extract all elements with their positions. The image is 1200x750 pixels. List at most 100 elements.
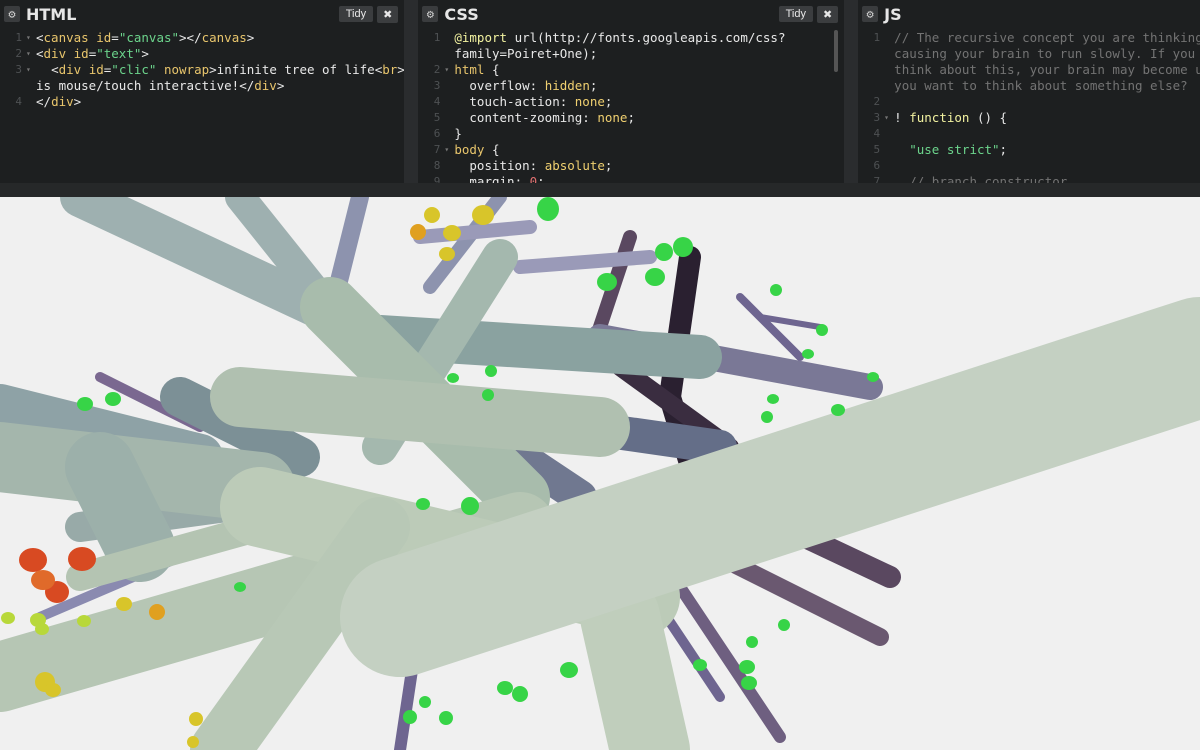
- leaf: [802, 349, 814, 359]
- code-line[interactable]: 7 ▾ body {: [418, 142, 844, 158]
- code-line[interactable]: 4 </div>: [0, 94, 404, 110]
- line-number: 8: [433, 159, 441, 172]
- scrollbar[interactable]: [834, 30, 839, 72]
- line-number: 6: [873, 159, 881, 172]
- line-number: 2: [433, 63, 441, 76]
- gear-icon[interactable]: ⚙: [4, 6, 20, 22]
- leaf: [537, 197, 559, 221]
- html-panel[interactable]: ⚙ HTML Tidy ✖ 1 ▾ <canvas id="canvas"></ca…: [0, 0, 405, 183]
- css-code[interactable]: 1 @import url(http://fonts.googleapis.com…: [418, 28, 844, 183]
- code-line[interactable]: 9 margin: 0;: [418, 174, 844, 183]
- panel-divider[interactable]: [844, 0, 859, 183]
- fold-toggle-icon: [444, 94, 454, 110]
- code-line[interactable]: is mouse/touch interactive!</div>: [0, 78, 404, 94]
- code-line[interactable]: 6}: [418, 126, 844, 142]
- code-line[interactable]: causing your brain to run slowly. If you…: [858, 46, 1200, 62]
- tree-branch: [736, 293, 804, 361]
- leaf: [1, 612, 15, 624]
- code-line[interactable]: 6: [858, 158, 1200, 174]
- fold-toggle-icon: [26, 94, 36, 110]
- fold-toggle-icon[interactable]: ▾: [884, 110, 894, 126]
- code-line[interactable]: 3 overflow: hidden;: [418, 78, 844, 94]
- leaf: [761, 411, 773, 423]
- fold-toggle-icon: [884, 46, 894, 62]
- code-text: family=Poiret+One);: [454, 46, 598, 61]
- leaf: [655, 243, 673, 261]
- fold-toggle-icon[interactable]: ▾: [444, 142, 454, 158]
- html-panel-title: HTML: [26, 4, 77, 24]
- gear-icon[interactable]: ⚙: [422, 6, 439, 22]
- line-number: 3: [433, 79, 441, 92]
- code-line[interactable]: 5 content-zooming: none;: [418, 110, 844, 126]
- close-icon[interactable]: ✖: [816, 5, 839, 23]
- line-number: 7: [873, 175, 881, 183]
- line-number: [858, 62, 884, 78]
- fold-toggle-icon: [884, 174, 894, 183]
- tree-canvas[interactable]: [0, 197, 1200, 750]
- code-line[interactable]: 5 "use strict";: [858, 142, 1200, 158]
- result-preview[interactable]: [0, 197, 1200, 750]
- line-number: 3: [15, 63, 22, 76]
- code-line[interactable]: 2: [858, 94, 1200, 110]
- code-line[interactable]: 1 // The recursive concept you are thinki…: [858, 30, 1200, 46]
- code-line[interactable]: 1 @import url(http://fonts.googleapis.com…: [418, 30, 844, 46]
- code-text: @import url(http://fonts.googleapis.com/…: [454, 30, 786, 45]
- editor-panels: ⚙ HTML Tidy ✖ 1 ▾ <canvas id="canvas"></ca…: [0, 0, 1200, 183]
- code-line[interactable]: 3 ▾ <div id="clic" nowrap>infinite tree o…: [0, 62, 404, 78]
- fold-toggle-icon[interactable]: ▾: [26, 62, 36, 78]
- css-panel[interactable]: ⚙ CSS Tidy ✖ 1 @import url(http://fonts.g…: [418, 0, 845, 183]
- leaf: [482, 389, 494, 401]
- code-line[interactable]: think about this, your brain may become …: [858, 62, 1200, 78]
- leaf: [816, 324, 828, 336]
- close-icon[interactable]: ✖: [377, 5, 399, 23]
- fold-toggle-icon: [884, 158, 894, 174]
- code-line[interactable]: family=Poiret+One);: [418, 46, 844, 62]
- fold-toggle-icon[interactable]: ▾: [26, 46, 36, 62]
- code-line[interactable]: 3 ▾! function () {: [858, 110, 1200, 126]
- gear-icon[interactable]: ⚙: [862, 6, 879, 22]
- line-number: [0, 78, 26, 94]
- code-line[interactable]: 1 ▾ <canvas id="canvas"></canvas>: [0, 30, 404, 46]
- html-code[interactable]: 1 ▾ <canvas id="canvas"></canvas> 2 ▾ <div id…: [0, 28, 404, 183]
- js-panel-header: ⚙ JS: [858, 0, 1200, 28]
- code-text: causing your brain to run slowly. If you…: [894, 46, 1200, 61]
- code-text: touch-action: none;: [469, 94, 613, 109]
- line-number: 4: [873, 127, 881, 140]
- code-line[interactable]: 2 ▾ html {: [418, 62, 844, 78]
- panel-divider[interactable]: [404, 0, 419, 183]
- tidy-button[interactable]: Tidy: [338, 6, 374, 22]
- js-panel[interactable]: ⚙ JS 1 // The recursive concept you are t…: [858, 0, 1200, 183]
- line-number: [858, 46, 884, 62]
- fold-toggle-icon[interactable]: ▾: [26, 30, 36, 46]
- js-code[interactable]: 1 // The recursive concept you are thinki…: [858, 28, 1200, 183]
- code-text: body {: [454, 142, 500, 157]
- leaf: [485, 365, 497, 377]
- leaf: [461, 497, 479, 515]
- line-number: 4: [15, 95, 22, 108]
- leaf: [778, 619, 790, 631]
- resize-handle[interactable]: [0, 183, 1200, 197]
- leaf: [693, 659, 707, 671]
- tidy-button[interactable]: Tidy: [778, 6, 813, 22]
- leaf: [512, 686, 528, 702]
- leaf: [105, 392, 121, 406]
- code-line[interactable]: you want to think about something else?: [858, 78, 1200, 94]
- code-line[interactable]: 2 ▾ <div id="text">: [0, 46, 404, 62]
- leaf: [867, 372, 879, 382]
- fold-toggle-icon: [884, 78, 894, 94]
- line-number: 3: [873, 111, 881, 124]
- code-line[interactable]: 8 position: absolute;: [418, 158, 844, 174]
- tree-branch: [513, 250, 657, 274]
- leaf: [741, 676, 757, 690]
- leaf: [767, 394, 779, 404]
- code-line[interactable]: 4 touch-action: none;: [418, 94, 844, 110]
- code-text: // branch constructor: [909, 174, 1068, 183]
- code-text: margin: 0;: [469, 174, 545, 183]
- code-line[interactable]: 4: [858, 126, 1200, 142]
- leaf: [739, 660, 755, 674]
- leaf: [597, 273, 617, 291]
- code-text: <canvas id="canvas"></canvas>: [36, 30, 255, 45]
- css-panel-title: CSS: [444, 4, 479, 24]
- code-line[interactable]: 7 // branch constructor: [858, 174, 1200, 183]
- fold-toggle-icon[interactable]: ▾: [444, 62, 454, 78]
